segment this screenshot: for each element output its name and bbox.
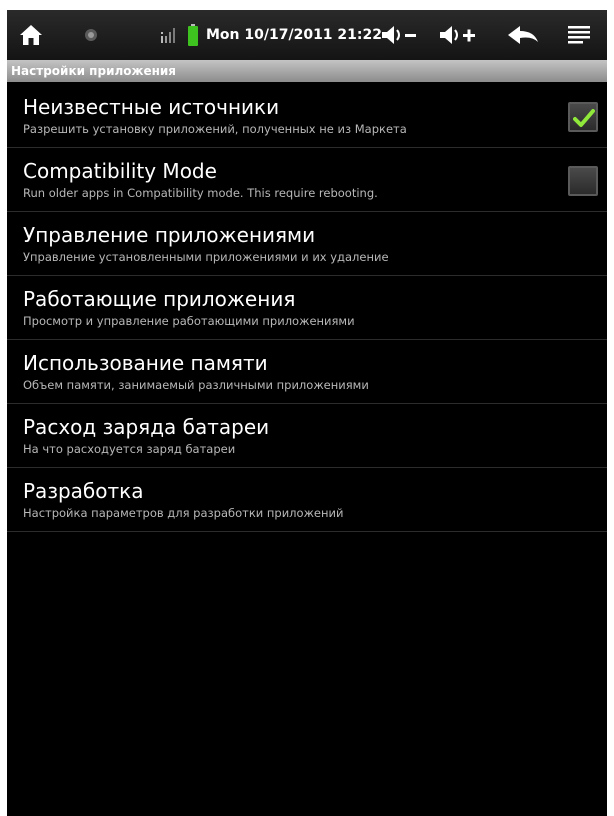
section-header: Настройки приложения	[7, 60, 607, 82]
setting-subtitle: Объем памяти, занимаемый различными прил…	[23, 378, 369, 392]
setting-development[interactable]: Разработка Настройка параметров для разр…	[7, 468, 607, 532]
setting-title: Работающие приложения	[23, 287, 296, 311]
notification-dot-icon	[83, 10, 99, 60]
signal-icon	[158, 10, 180, 60]
setting-manage-applications[interactable]: Управление приложениями Управление устан…	[7, 212, 607, 276]
setting-subtitle: Управление установленными приложениями и…	[23, 250, 389, 264]
setting-title: Неизвестные источники	[23, 95, 280, 119]
volume-up-icon[interactable]	[437, 10, 479, 60]
settings-list: Неизвестные источники Разрешить установк…	[7, 84, 607, 532]
setting-title: Использование памяти	[23, 351, 268, 375]
back-icon[interactable]	[505, 10, 541, 60]
unknown-sources-checkbox[interactable]	[568, 102, 598, 132]
setting-subtitle: На что расходуется заряд батареи	[23, 442, 236, 456]
battery-icon	[186, 10, 200, 60]
setting-storage-use[interactable]: Использование памяти Объем памяти, заним…	[7, 340, 607, 404]
home-icon[interactable]	[17, 10, 45, 60]
menu-icon[interactable]	[564, 10, 594, 60]
setting-subtitle: Разрешить установку приложений, полученн…	[23, 122, 407, 136]
setting-battery-use[interactable]: Расход заряда батареи На что расходуется…	[7, 404, 607, 468]
setting-subtitle: Настройка параметров для разработки прил…	[23, 506, 344, 520]
setting-title: Разработка	[23, 479, 144, 503]
setting-unknown-sources[interactable]: Неизвестные источники Разрешить установк…	[7, 84, 607, 148]
setting-subtitle: Run older apps in Compatibility mode. Th…	[23, 186, 378, 200]
setting-title: Расход заряда батареи	[23, 415, 270, 439]
check-mark-icon	[573, 109, 595, 127]
setting-compatibility-mode[interactable]: Compatibility Mode Run older apps in Com…	[7, 148, 607, 212]
status-clock: Mon 10/17/2011 21:22	[206, 27, 382, 43]
setting-title: Управление приложениями	[23, 223, 316, 247]
android-screen: Mon 10/17/2011 21:22 Настройки приложени…	[7, 10, 607, 816]
setting-running-services[interactable]: Работающие приложения Просмотр и управле…	[7, 276, 607, 340]
setting-subtitle: Просмотр и управление работающими прилож…	[23, 314, 355, 328]
volume-down-icon[interactable]	[379, 10, 419, 60]
compatibility-mode-checkbox[interactable]	[568, 166, 598, 196]
status-bar: Mon 10/17/2011 21:22	[7, 10, 607, 60]
setting-title: Compatibility Mode	[23, 159, 217, 183]
